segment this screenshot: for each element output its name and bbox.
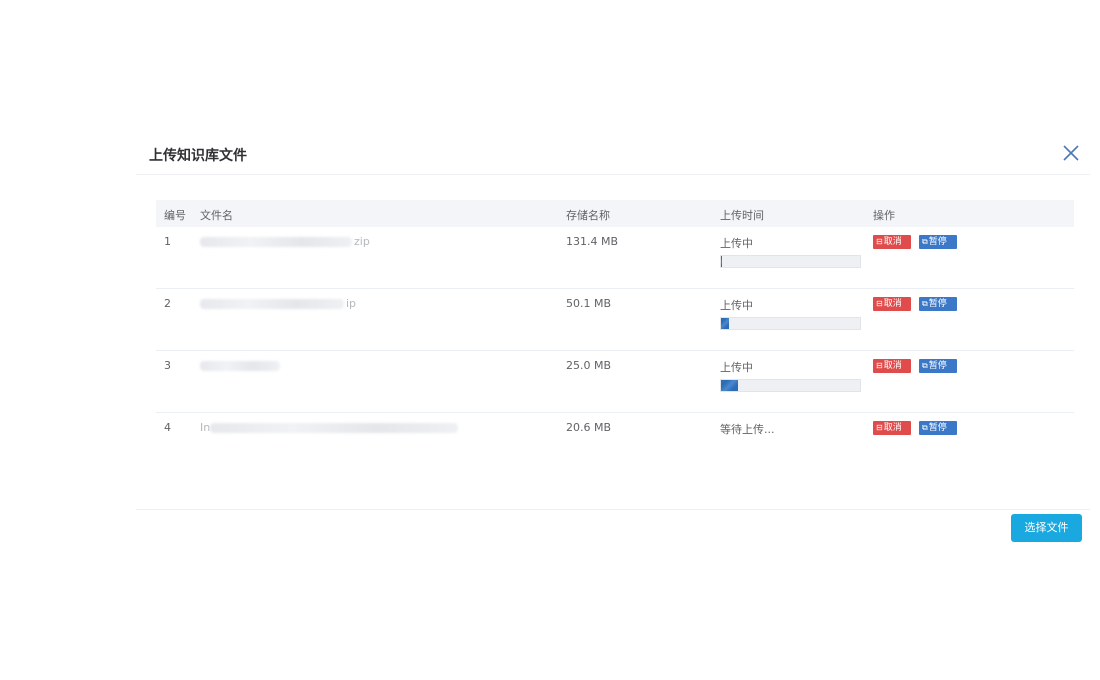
pause-icon: ⧉ — [922, 361, 928, 370]
table-row: 4 In 20.6 MB 等待上传... ⊟ 取消 ⧉ 暂停 — [156, 413, 1074, 475]
file-name: zip — [200, 235, 370, 249]
header-status: 上传时间 — [720, 209, 764, 222]
cancel-icon: ⊟ — [876, 299, 883, 308]
cancel-button[interactable]: ⊟ 取消 — [873, 359, 911, 373]
cancel-icon: ⊟ — [876, 237, 883, 246]
cancel-button[interactable]: ⊟ 取消 — [873, 297, 911, 311]
row-no: 4 — [164, 421, 171, 434]
file-name: In — [200, 421, 459, 435]
header-name: 文件名 — [200, 209, 233, 222]
cancel-icon: ⊟ — [876, 361, 883, 370]
pause-button[interactable]: ⧉ 暂停 — [919, 235, 957, 249]
header-no: 编号 — [164, 209, 186, 222]
modal-header: 上传知识库文件 — [136, 130, 1090, 175]
progress-bar — [720, 255, 861, 268]
pause-button[interactable]: ⧉ 暂停 — [919, 421, 957, 435]
header-size: 存储名称 — [566, 209, 610, 222]
upload-status: 上传中 — [720, 299, 753, 312]
file-size: 20.6 MB — [566, 421, 612, 434]
file-ext: ip — [346, 297, 357, 310]
file-size: 25.0 MB — [566, 359, 612, 372]
progress-fill — [721, 256, 723, 267]
blurred-filename — [200, 237, 352, 247]
pause-label: 暂停 — [928, 361, 947, 371]
row-no: 1 — [164, 235, 171, 248]
pause-button[interactable]: ⧉ 暂停 — [919, 297, 957, 311]
file-ext: In — [200, 421, 211, 434]
upload-status: 等待上传... — [720, 423, 775, 436]
upload-table: 编号 文件名 存储名称 上传时间 操作 1 zip 131.4 MB 上传中 ⊟… — [156, 200, 1074, 475]
blurred-filename — [200, 299, 344, 309]
pause-label: 暂停 — [928, 237, 947, 247]
cancel-icon: ⊟ — [876, 423, 883, 432]
file-size: 131.4 MB — [566, 235, 619, 248]
cancel-button[interactable]: ⊟ 取消 — [873, 421, 911, 435]
row-no: 2 — [164, 297, 171, 310]
pause-icon: ⧉ — [922, 237, 928, 246]
pause-icon: ⧉ — [922, 299, 928, 308]
file-name — [200, 359, 282, 373]
table-row: 1 zip 131.4 MB 上传中 ⊟ 取消 ⧉ 暂停 — [156, 227, 1074, 289]
upload-status: 上传中 — [720, 361, 753, 374]
header-ops: 操作 — [873, 209, 895, 222]
pause-icon: ⧉ — [922, 423, 928, 432]
table-row: 3 25.0 MB 上传中 ⊟ 取消 ⧉ 暂停 — [156, 351, 1074, 413]
blurred-filename — [210, 423, 459, 433]
modal-title: 上传知识库文件 — [149, 148, 247, 164]
pause-label: 暂停 — [928, 423, 947, 433]
upload-status: 上传中 — [720, 237, 753, 250]
file-name: ip — [200, 297, 356, 311]
file-size: 50.1 MB — [566, 297, 612, 310]
close-icon[interactable] — [1062, 144, 1080, 162]
cancel-button[interactable]: ⊟ 取消 — [873, 235, 911, 249]
modal-footer-divider — [136, 509, 1090, 510]
cancel-label: 取消 — [883, 299, 902, 309]
cancel-label: 取消 — [883, 237, 902, 247]
select-file-button[interactable]: 选择文件 — [1011, 514, 1082, 542]
blurred-filename — [200, 361, 280, 371]
progress-fill — [721, 318, 730, 329]
progress-fill — [721, 380, 738, 391]
table-row: 2 ip 50.1 MB 上传中 ⊟ 取消 ⧉ 暂停 — [156, 289, 1074, 351]
file-ext: zip — [354, 235, 370, 248]
row-no: 3 — [164, 359, 171, 372]
progress-bar — [720, 317, 861, 330]
upload-modal: 上传知识库文件 编号 文件名 存储名称 上传时间 操作 1 zip 131.4 … — [136, 130, 1090, 550]
table-header: 编号 文件名 存储名称 上传时间 操作 — [156, 200, 1074, 227]
pause-button[interactable]: ⧉ 暂停 — [919, 359, 957, 373]
cancel-label: 取消 — [883, 423, 902, 433]
pause-label: 暂停 — [928, 299, 947, 309]
cancel-label: 取消 — [883, 361, 902, 371]
progress-bar — [720, 379, 861, 392]
